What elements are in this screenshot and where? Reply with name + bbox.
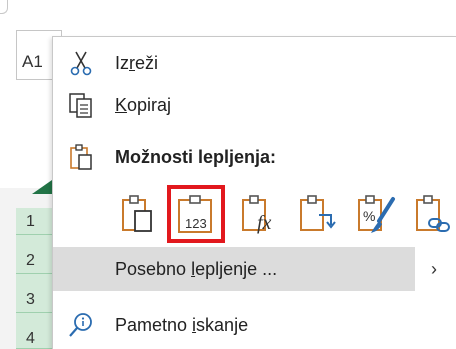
paste-link-button[interactable] <box>411 191 456 237</box>
menu-item-cut[interactable]: Izreži <box>53 43 456 83</box>
menu-item-copy-label: Kopiraj <box>115 95 172 115</box>
copy-icon <box>67 91 95 119</box>
row-gap <box>16 274 54 286</box>
paste-options-row: 123 fx % <box>115 185 456 243</box>
name-box-text: A1 <box>22 52 43 71</box>
clipboard-values-icon: 123 <box>178 195 212 233</box>
paste-options-heading: Možnosti lepljenja: <box>115 147 277 167</box>
paste-formulas-text: fx <box>257 212 272 234</box>
menu-item-smart-lookup[interactable]: Pametno iskanje <box>53 305 456 345</box>
row-header-3[interactable]: 3 <box>16 286 54 313</box>
paste-formatting-text: % <box>363 208 375 224</box>
clipboard-link-icon <box>416 195 450 232</box>
clipboard-formulas-icon: fx <box>242 195 272 234</box>
menu-item-paste-special[interactable]: Posebno lepljenje ... › <box>53 247 456 291</box>
menu-item-smart-lookup-label: Pametno iskanje <box>115 315 249 335</box>
paste-default-button[interactable] <box>115 191 161 237</box>
clipboard-transpose-icon <box>300 195 336 231</box>
menu-item-paste-special-label: Posebno lepljenje ... <box>115 259 278 279</box>
paste-values-text: 123 <box>185 216 207 231</box>
clipboard-paste-icon <box>122 195 152 232</box>
paste-formulas-button[interactable]: fx <box>237 191 283 237</box>
row-header-1[interactable]: 1 <box>16 208 54 235</box>
paste-transpose-button[interactable] <box>295 191 341 237</box>
row-gap <box>16 313 54 325</box>
row-header-2[interactable]: 2 <box>16 247 54 274</box>
menu-section-paste-options: Možnosti lepljenja: <box>53 137 456 177</box>
paste-formatting-button[interactable]: % <box>353 191 399 237</box>
row-header-4[interactable]: 4 <box>16 325 54 349</box>
ribbon-area <box>0 0 456 20</box>
menu-item-copy[interactable]: Kopiraj <box>53 85 456 125</box>
scissors-icon <box>67 49 95 77</box>
clipboard-icon <box>67 143 95 171</box>
lookup-icon <box>67 311 95 339</box>
row-gap <box>16 235 54 247</box>
clipboard-formatting-icon: % <box>358 195 395 233</box>
select-all-corner[interactable] <box>32 180 52 194</box>
menu-item-cut-label: Izreži <box>115 53 159 73</box>
chevron-right-icon[interactable]: › <box>431 259 437 280</box>
context-menu: Izreži Kopiraj Možnosti lepljenja: 123 f… <box>52 36 456 349</box>
paste-values-button[interactable]: 123 <box>167 185 225 243</box>
